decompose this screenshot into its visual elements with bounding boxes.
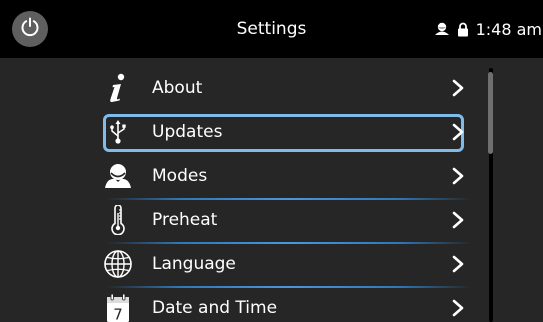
- top-bar: Settings 1:48 am: [0, 0, 543, 58]
- chevron-right-icon: [452, 198, 464, 242]
- menu-item-about[interactable]: About: [96, 66, 476, 110]
- chevron-right-icon: [452, 286, 464, 322]
- menu-item-label: Modes: [152, 166, 208, 186]
- usb-icon: [101, 110, 135, 154]
- calendar-day: 7: [113, 306, 123, 322]
- status-area: 1:48 am: [434, 0, 543, 58]
- menu-item-label: Preheat: [152, 210, 218, 230]
- chevron-right-icon: [452, 110, 464, 154]
- divider: [106, 286, 472, 288]
- menu-item-language[interactable]: Language: [96, 242, 476, 286]
- divider: [106, 198, 472, 200]
- settings-menu: About Updates Modes Preheat Language 7 D…: [96, 66, 476, 322]
- settings-screen: Settings 1:48 am About Updates Modes Pre…: [0, 0, 543, 322]
- user-icon: [434, 22, 450, 36]
- menu-item-date-and-time[interactable]: 7 Date and Time: [96, 286, 476, 322]
- chevron-right-icon: [452, 154, 464, 198]
- calendar-icon: 7: [101, 286, 135, 322]
- chevron-right-icon: [452, 242, 464, 286]
- globe-icon: [101, 242, 135, 286]
- menu-item-preheat[interactable]: Preheat: [96, 198, 476, 242]
- lock-icon: [457, 22, 469, 37]
- clock: 1:48 am: [475, 19, 542, 39]
- menu-item-label: Updates: [152, 122, 223, 142]
- menu-item-label: About: [152, 78, 203, 98]
- menu-item-label: Language: [152, 254, 236, 274]
- chevron-right-icon: [452, 66, 464, 110]
- info-icon: [101, 66, 135, 110]
- thermometer-icon: [101, 198, 135, 242]
- menu-item-updates[interactable]: Updates: [96, 110, 476, 154]
- menu-item-label: Date and Time: [152, 298, 278, 318]
- divider: [106, 242, 472, 244]
- person-icon: [101, 154, 135, 198]
- scrollbar-thumb[interactable]: [488, 72, 493, 154]
- menu-item-modes[interactable]: Modes: [96, 154, 476, 198]
